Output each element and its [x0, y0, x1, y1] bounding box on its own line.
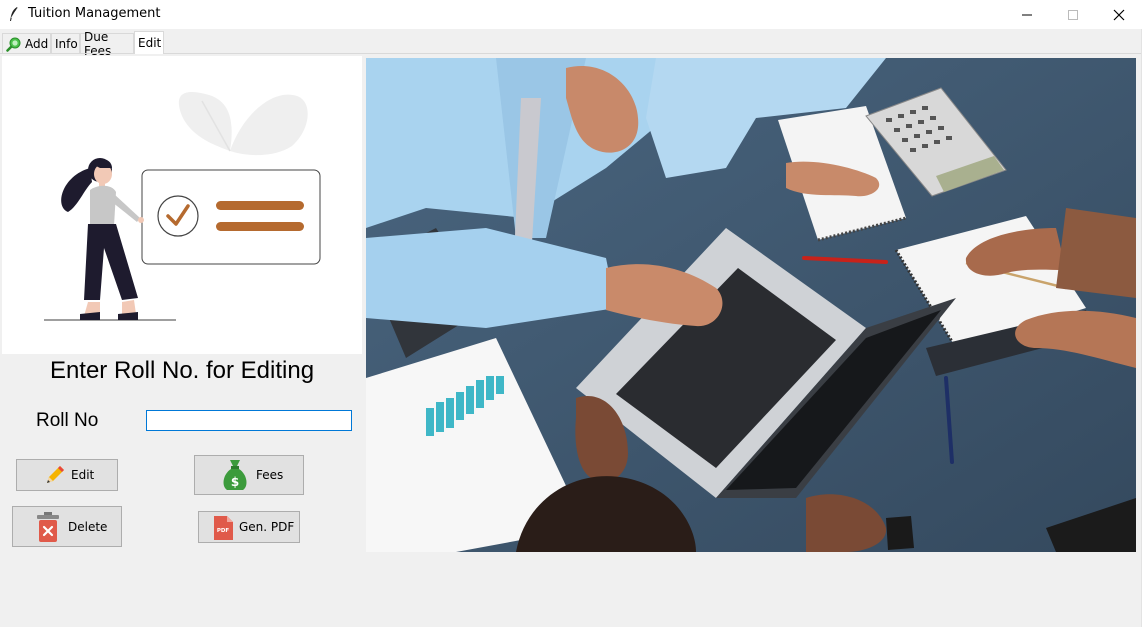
- page-title: Enter Roll No. for Editing: [49, 357, 315, 384]
- roll-no-input[interactable]: [146, 410, 352, 431]
- delete-button[interactable]: Delete: [12, 506, 122, 547]
- pencil-icon: [43, 463, 67, 490]
- tab-due-fees[interactable]: Due Fees: [80, 30, 134, 58]
- edit-button-label: Edit: [71, 468, 95, 482]
- minimize-button[interactable]: [1004, 0, 1050, 29]
- maximize-icon: [1068, 9, 1078, 20]
- window-edge: [1141, 29, 1145, 627]
- tab-info-label: Info: [55, 36, 78, 51]
- close-icon: [1113, 9, 1125, 20]
- roll-no-label: Roll No: [36, 410, 99, 431]
- close-button[interactable]: [1096, 0, 1142, 29]
- tab-divider: [0, 53, 1141, 54]
- pdf-file-icon: PDF: [212, 515, 234, 544]
- edit-button[interactable]: Edit: [16, 459, 118, 491]
- app-window: Tuition Management Add Info Due Fees Edi…: [0, 0, 1145, 627]
- delete-button-label: Delete: [68, 520, 108, 534]
- window-title: Tuition Management: [28, 6, 161, 21]
- tab-info[interactable]: Info: [51, 33, 80, 53]
- tab-add-label: Add: [25, 36, 49, 51]
- money-bag-icon: $: [221, 458, 249, 495]
- pdf-icon-text: PDF: [217, 528, 230, 534]
- fees-button[interactable]: $ Fees: [194, 455, 304, 495]
- gen-pdf-button[interactable]: PDF Gen. PDF: [198, 511, 300, 543]
- feather-icon: [8, 6, 20, 22]
- minimize-icon: [1022, 14, 1032, 15]
- gen-pdf-button-label: Gen. PDF: [239, 520, 295, 534]
- title-bar: Tuition Management: [0, 0, 1145, 29]
- fees-button-label: Fees: [256, 468, 284, 482]
- tab-edit[interactable]: Edit: [134, 31, 164, 54]
- maximize-button[interactable]: [1050, 0, 1096, 29]
- office-meeting-photo: [366, 58, 1136, 552]
- tab-edit-label: Edit: [138, 36, 162, 50]
- trash-icon: [35, 511, 61, 546]
- edit-illustration: [2, 56, 362, 354]
- tab-add[interactable]: Add: [2, 33, 51, 53]
- svg-text:$: $: [231, 475, 239, 489]
- search-icon: [6, 36, 22, 52]
